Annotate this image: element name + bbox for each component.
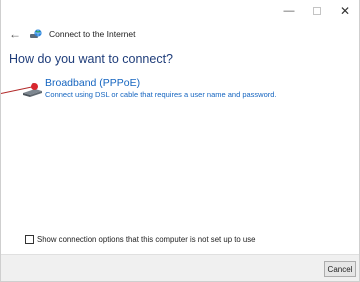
minimize-button[interactable]: — <box>275 0 303 22</box>
back-arrow-icon[interactable]: ← <box>9 28 23 40</box>
option-text: Broadband (PPPoE) Connect using DSL or c… <box>45 77 277 100</box>
dialog-footer: Cancel <box>1 254 359 281</box>
option-description: Connect using DSL or cable that requires… <box>45 90 277 99</box>
network-globe-icon <box>30 29 42 38</box>
close-button[interactable]: ✕ <box>331 0 359 22</box>
maximize-icon <box>313 7 321 15</box>
close-icon: ✕ <box>339 4 351 18</box>
annotation-pointer-dot <box>31 83 38 90</box>
maximize-button[interactable] <box>303 0 331 22</box>
connect-to-internet-dialog: — ✕ ← Connect to the Internet How do you… <box>0 0 360 282</box>
cancel-button[interactable]: Cancel <box>324 261 356 277</box>
caption-buttons: — ✕ <box>275 0 359 22</box>
minimize-icon: — <box>283 5 295 17</box>
header-title: Connect to the Internet <box>49 29 136 39</box>
page-heading: How do you want to connect? <box>9 52 173 66</box>
broadband-pppoe-option[interactable]: Broadband (PPPoE) Connect using DSL or c… <box>21 77 341 100</box>
show-unsupported-options-row[interactable]: Show connection options that this comput… <box>25 235 255 244</box>
checkbox-label[interactable]: Show connection options that this comput… <box>37 235 255 244</box>
wizard-header: ← Connect to the Internet <box>9 28 135 40</box>
option-title[interactable]: Broadband (PPPoE) <box>45 77 277 89</box>
show-unsupported-options-checkbox[interactable] <box>25 235 34 244</box>
